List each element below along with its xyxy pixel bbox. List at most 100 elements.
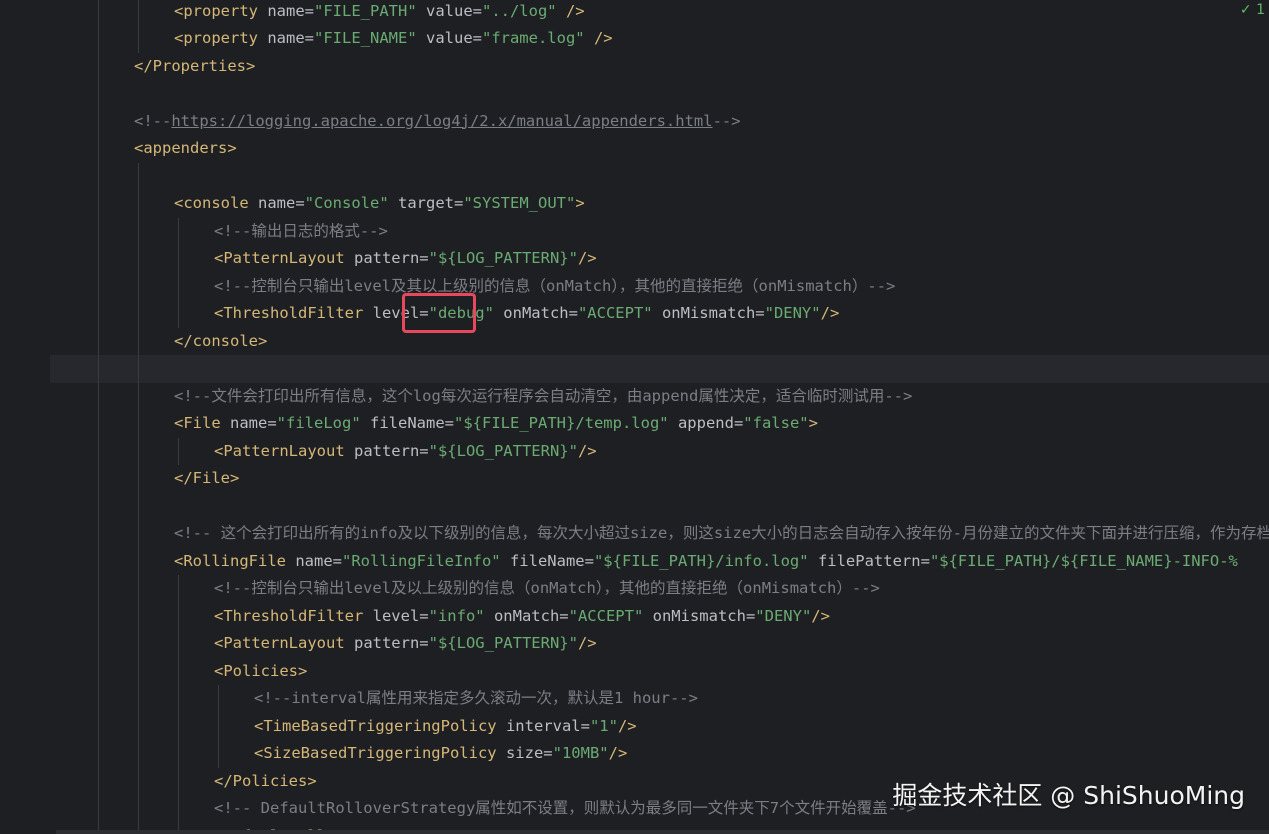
code-text: <!-- DefaultRolloverStrategy属性如不设置，则默认为最… (214, 795, 916, 823)
code-text: <!--https://logging.apache.org/log4j/2.x… (134, 108, 741, 136)
code-token-val: "Console" (304, 194, 389, 212)
code-token-attr: pattern= (353, 634, 429, 652)
code-token-com: <!--控制台只输出level及以上级别的信息（onMatch），其他的直接拒绝… (214, 579, 880, 597)
code-text: <!--输出日志的格式--> (214, 218, 388, 246)
code-token-attr: filePattern= (808, 551, 930, 570)
code-token-tag: <console (174, 194, 258, 212)
code-token-tag: <Policies> (214, 661, 308, 680)
code-text: <!-- 这个会打印出所有的info及以下级别的信息，每次大小超过size，则这… (174, 520, 1269, 548)
code-token-attr: level= (372, 606, 429, 625)
code-token-val: "fileLog" (276, 414, 361, 432)
code-token-tag: <SizeBasedTriggeringPolicy (254, 744, 506, 762)
code-line[interactable]: 6 (50, 80, 1269, 108)
code-line[interactable]: 8<!--interval属性用来指定多久滚动一次，默认是1 hour--> (50, 685, 1269, 713)
code-token-com: <!--控制台只输出level及其以上级别的信息（onMatch），其他的直接拒… (214, 276, 896, 295)
horizontal-scrollbar[interactable] (56, 830, 1269, 834)
watermark: 掘金技术社区 @ ShiShuoMing (892, 781, 1245, 810)
indent-guide (98, 0, 99, 834)
code-line[interactable]: 8<appenders> (50, 135, 1269, 163)
code-line[interactable]: 9<PatternLayout pattern="${LOG_PATTERN}"… (50, 438, 1269, 466)
code-token-tag: /> (577, 249, 597, 267)
code-line[interactable]: 9 (50, 163, 1269, 191)
code-token-attr: onMatch= (484, 606, 569, 625)
code-line[interactable]: 3<RollingFile name="RollingFileInfo" fil… (50, 548, 1269, 576)
code-line[interactable]: 4<!--控制台只输出level及以上级别的信息（onMatch），其他的直接拒… (50, 575, 1269, 603)
code-token-tag: <PatternLayout (214, 634, 354, 652)
code-token-tag: /> (820, 304, 840, 322)
check-icon: ✓ (1239, 2, 1252, 18)
code-token-link[interactable]: https://logging.apache.org/log4j/2.x/man… (171, 112, 712, 130)
code-token-tag: /> (608, 744, 628, 762)
code-token-attr: value= (416, 29, 482, 47)
code-text: <!--文件会打印出所有信息，这个log每次运行程序会自动清空，由append属… (174, 383, 912, 411)
code-token-tag: <RollingFile (174, 551, 296, 570)
indent-guide (178, 217, 179, 328)
code-text: <ThresholdFilter level="info" onMatch="A… (214, 603, 830, 631)
inspection-widget[interactable]: ✓ 1 (1240, 2, 1265, 18)
code-token-val: "SYSTEM_OUT" (463, 194, 576, 212)
code-token-tag: > (808, 414, 818, 432)
code-token-attr: value= (416, 1, 482, 20)
inspection-count: 1 (1256, 2, 1265, 18)
code-text: <!--interval属性用来指定多久滚动一次，默认是1 hour--> (254, 685, 698, 713)
code-text: <!--控制台只输出level及以上级别的信息（onMatch），其他的直接拒绝… (214, 575, 880, 603)
code-token-attr: onMatch= (493, 304, 578, 322)
code-text: </File> (174, 465, 239, 493)
code-line[interactable]: 6<PatternLayout pattern="${LOG_PATTERN}"… (50, 630, 1269, 658)
code-token-com: <!-- DefaultRolloverStrategy属性如不设置，则默认为最… (214, 799, 916, 817)
code-token-attr: name= (258, 194, 305, 212)
indent-guide (178, 437, 179, 465)
code-token-val: "10MB" (552, 744, 609, 762)
indent-guide (138, 0, 139, 53)
code-line[interactable]: 0</File> (50, 465, 1269, 493)
code-line[interactable]: 5</console> (50, 328, 1269, 356)
code-token-com: <!-- 这个会打印出所有的info及以下级别的信息，每次大小超过size，则这… (174, 524, 1269, 542)
code-line[interactable]: 8<File name="fileLog" fileName="${FILE_P… (50, 410, 1269, 438)
code-token-tag: <ThresholdFilter (214, 304, 373, 322)
code-token-tag: /> (811, 606, 830, 625)
code-line[interactable]: 7<!--https://logging.apache.org/log4j/2.… (50, 108, 1269, 136)
code-token-val: "false" (743, 414, 809, 432)
code-line[interactable]: 9<TimeBasedTriggeringPolicy interval="1"… (50, 713, 1269, 741)
code-line[interactable]: 6 (50, 355, 1269, 383)
code-token-tag: </Policies> (214, 771, 317, 790)
code-token-val: "DENY" (755, 606, 812, 625)
code-token-attr: name= (295, 551, 342, 570)
code-token-attr: fileName= (500, 551, 594, 570)
code-line[interactable]: 2<!-- 这个会打印出所有的info及以下级别的信息，每次大小超过size，则… (50, 520, 1269, 548)
code-token-tag: <PatternLayout (214, 441, 354, 460)
code-line[interactable]: 4<ThresholdFilter level="debug" onMatch=… (50, 300, 1269, 328)
code-token-val: "ACCEPT" (577, 304, 653, 322)
code-text: <SizeBasedTriggeringPolicy size="10MB"/> (254, 740, 627, 768)
code-text: <File name="fileLog" fileName="${FILE_PA… (174, 410, 818, 438)
code-token-tag: /> (577, 441, 597, 460)
indent-guide (178, 575, 179, 834)
code-editor[interactable]: 3<property name="FILE_PATH" value="../lo… (50, 0, 1269, 834)
code-line[interactable]: 4<property name="FILE_NAME" value="frame… (50, 25, 1269, 53)
code-token-tag: /> (556, 1, 585, 20)
code-token-tag: <File (174, 414, 230, 432)
code-line[interactable]: 7<!--文件会打印出所有信息，这个log每次运行程序会自动清空，由append… (50, 383, 1269, 411)
code-line[interactable]: 2<PatternLayout pattern="${LOG_PATTERN}"… (50, 245, 1269, 273)
code-token-val: "ACCEPT" (568, 606, 644, 625)
code-line[interactable]: 0<console name="Console" target="SYSTEM_… (50, 190, 1269, 218)
code-text: <property name="FILE_PATH" value="../log… (174, 0, 585, 25)
code-token-attr: target= (388, 194, 464, 212)
code-line[interactable]: 7<Policies> (50, 658, 1269, 686)
code-line[interactable]: 3<property name="FILE_PATH" value="../lo… (50, 0, 1269, 25)
code-line[interactable]: 5</Properties> (50, 53, 1269, 81)
code-line[interactable]: 1<!--输出日志的格式--> (50, 218, 1269, 246)
code-line[interactable]: 0<SizeBasedTriggeringPolicy size="10MB"/… (50, 740, 1269, 768)
code-token-val: "../log" (481, 1, 557, 20)
indent-guide (138, 162, 139, 834)
code-line[interactable]: 5<ThresholdFilter level="info" onMatch="… (50, 603, 1269, 631)
code-token-tag: </Properties> (134, 56, 256, 75)
code-text: </Properties> (134, 53, 255, 81)
code-token-attr: onMismatch= (652, 304, 765, 322)
code-line[interactable]: 1 (50, 493, 1269, 521)
code-token-tag: <TimeBasedTriggeringPolicy (254, 716, 506, 735)
code-token-attr: size= (505, 744, 553, 762)
line-number-gutter (0, 0, 50, 834)
code-line[interactable]: 3<!--控制台只输出level及其以上级别的信息（onMatch），其他的直接… (50, 273, 1269, 301)
code-token-attr: name= (230, 414, 277, 432)
